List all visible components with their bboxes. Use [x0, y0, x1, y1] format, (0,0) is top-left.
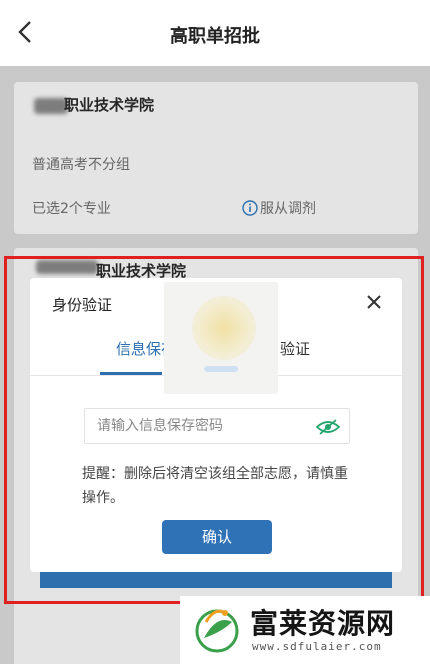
password-input[interactable]: 请输入信息保存密码 [84, 408, 350, 444]
info-icon [242, 200, 258, 216]
adjust-label[interactable]: 服从调剂 [260, 198, 316, 218]
watermark: 富莱资源网 www.sdfulaier.com [180, 596, 430, 664]
watermark-url: www.sdfulaier.com [252, 640, 382, 653]
page-title: 高职单招批 [170, 26, 260, 47]
close-icon[interactable] [366, 294, 382, 310]
selected-majors-count: 已选2个专业 [32, 201, 111, 217]
school-name: 职业技术学院 [64, 96, 155, 114]
confirm-button[interactable]: 确认 [162, 520, 272, 554]
top-navbar: 高职单招批 [0, 0, 430, 66]
blurred-sun-glow [192, 296, 256, 360]
eye-toggle-icon[interactable] [316, 419, 340, 435]
watermark-brand: 富莱资源网 [250, 607, 396, 640]
blurred-bar [204, 366, 238, 372]
school-card[interactable]: 职业技术学院 普通高考不分组 已选2个专业 服从调剂 [14, 82, 418, 234]
blurred-school-prefix [34, 98, 68, 114]
group-type-text: 普通高考不分组 [32, 157, 130, 173]
tab-verify[interactable]: 验证 [280, 338, 310, 359]
leaf-logo-icon [195, 609, 239, 653]
dialog-title: 身份验证 [52, 296, 113, 314]
warning-tip: 提醒：删除后将清空该组全部志愿，请慎重操作。 [82, 466, 348, 506]
